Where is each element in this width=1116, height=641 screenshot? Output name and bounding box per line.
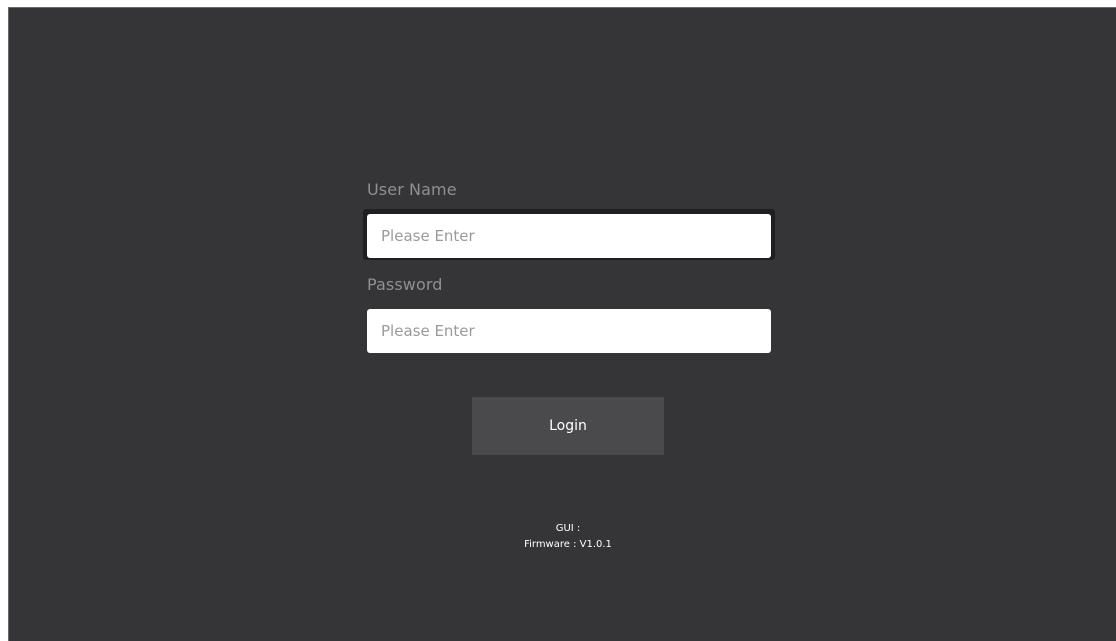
- password-input[interactable]: [367, 309, 771, 353]
- username-label: User Name: [367, 180, 457, 199]
- firmware-version-text: Firmware : V1.0.1: [524, 539, 612, 550]
- gui-version-text: GUI :: [555, 523, 581, 534]
- login-button[interactable]: Login: [472, 397, 664, 455]
- username-input[interactable]: [367, 214, 771, 258]
- username-field-wrapper: [363, 209, 775, 260]
- password-label: Password: [367, 275, 443, 294]
- page-frame: User Name Password Login GUI : Firmware …: [0, 0, 1116, 641]
- password-field-wrapper: [363, 304, 775, 355]
- login-panel: User Name Password Login GUI : Firmware …: [8, 7, 1116, 641]
